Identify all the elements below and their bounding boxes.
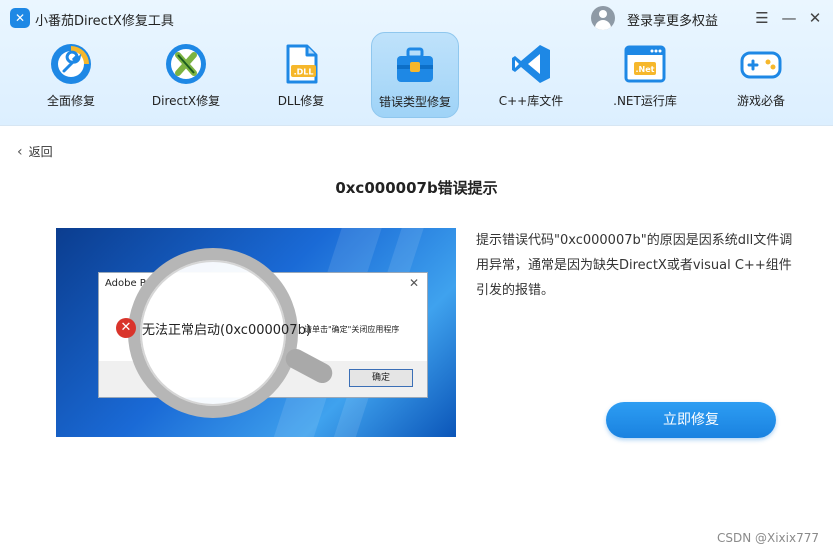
nav-item-error-type[interactable]: 错误类型修复 <box>371 32 459 118</box>
nav-label: 全面修复 <box>46 94 95 108</box>
page-title: 0xc000007b错误提示 <box>335 179 498 197</box>
nav-item-dotnet[interactable]: .Net .NET运行库 <box>601 32 689 118</box>
nav-item-full-repair[interactable]: 全面修复 <box>27 32 115 118</box>
nav-label: .NET运行库 <box>613 94 677 108</box>
directx-icon <box>166 44 206 84</box>
nav-item-directx[interactable]: DirectX修复 <box>142 32 230 118</box>
app-logo-icon: ✕ <box>10 8 30 28</box>
watermark: CSDN @Xixix777 <box>716 531 819 545</box>
nav-item-dll[interactable]: .DLL DLL修复 <box>257 32 345 118</box>
magnified-error-text: 无法正常启动(0xc000007b) <box>142 323 311 338</box>
login-link[interactable]: 登录享更多权益 <box>627 10 718 29</box>
error-screenshot-image: Adobe Pr ✕ 请单击"确定"关闭应用程序 确定 ✕ 无法正常启动(0xc… <box>56 228 456 437</box>
dialog-message: 请单击"确定"关闭应用程序 <box>304 325 400 334</box>
close-icon[interactable]: ✕ <box>806 9 824 27</box>
minimize-icon[interactable]: — <box>780 9 798 27</box>
nav-label: 错误类型修复 <box>378 95 451 109</box>
error-icon: ✕ <box>116 318 136 338</box>
back-label: 返回 <box>28 145 53 159</box>
dialog-close-icon: ✕ <box>408 276 419 290</box>
gamepad-icon <box>740 51 782 79</box>
chevron-left-icon: ‹ <box>17 143 23 160</box>
menu-icon[interactable]: ☰ <box>753 9 771 27</box>
dotnet-window-icon: .Net <box>624 45 666 83</box>
nav-label: DLL修复 <box>277 94 325 108</box>
dll-file-icon: .DLL <box>286 44 318 84</box>
toolbox-icon <box>397 47 433 82</box>
app-header: ✕ 小番茄DirectX修复工具 登录享更多权益 ☰ — ✕ 全面修复 Dire… <box>0 0 833 126</box>
svg-text:.Net: .Net <box>636 65 655 74</box>
nav-label: DirectX修复 <box>151 94 221 108</box>
visual-studio-icon <box>512 45 550 83</box>
dialog-ok-button: 确定 <box>349 369 413 387</box>
user-avatar-icon[interactable] <box>591 6 615 30</box>
nav-item-games[interactable]: 游戏必备 <box>717 32 805 118</box>
nav-label: 游戏必备 <box>736 94 785 108</box>
back-button[interactable]: ‹ 返回 <box>17 143 53 160</box>
main-nav: 全面修复 DirectX修复 .DLL DLL修复 错误类型修复 C++库文件 … <box>0 30 833 120</box>
app-title: 小番茄DirectX修复工具 <box>35 14 174 29</box>
error-description: 提示错误代码"0xc000007b"的原因是因系统dll文件调用异常，通常是因为… <box>476 233 793 298</box>
repair-now-button[interactable]: 立即修复 <box>606 402 776 438</box>
svg-text:.DLL: .DLL <box>294 68 314 77</box>
wrench-icon <box>51 44 91 84</box>
nav-label: C++库文件 <box>498 94 564 108</box>
nav-item-cpp-libraries[interactable]: C++库文件 <box>487 32 575 118</box>
